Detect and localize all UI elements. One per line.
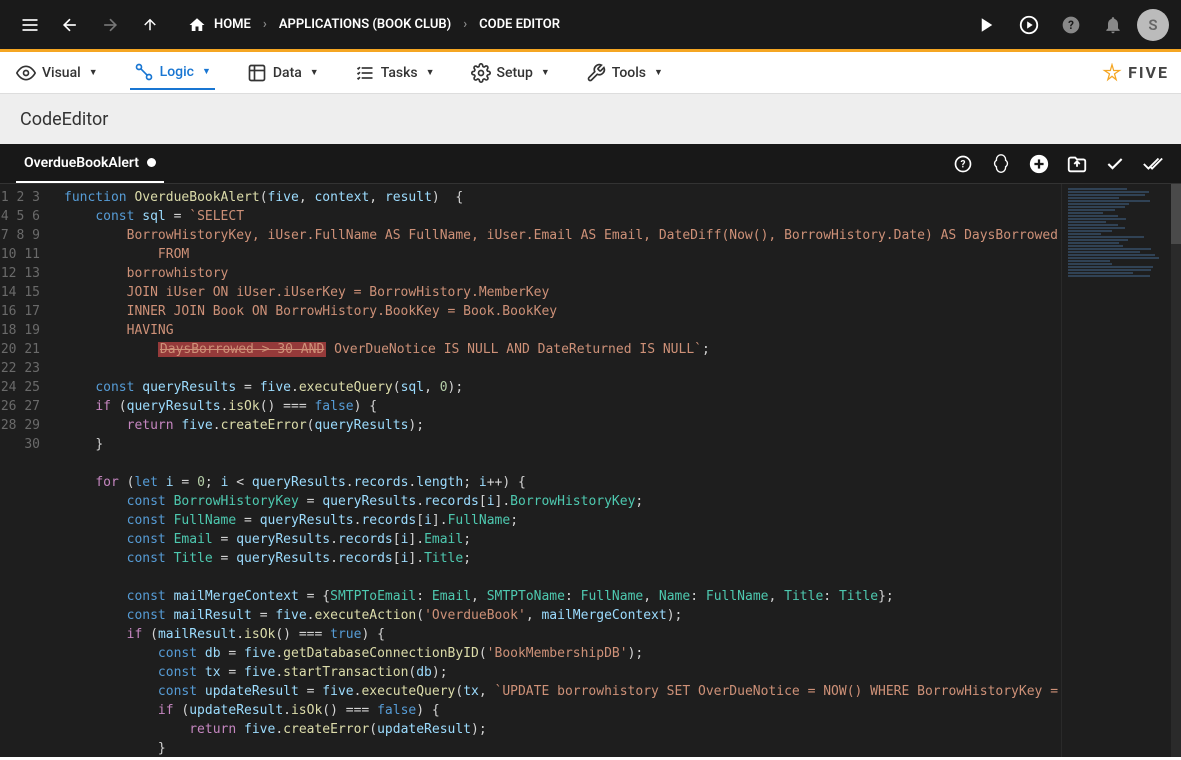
notifications-icon[interactable] — [1095, 7, 1131, 43]
menu-tools[interactable]: Tools▼ — [582, 57, 667, 89]
menu-icon[interactable] — [12, 7, 48, 43]
breadcrumb-apps[interactable]: APPLICATIONS (BOOK CLUB) — [271, 17, 459, 32]
ai-icon[interactable] — [989, 152, 1013, 176]
chevron-down-icon: ▼ — [654, 67, 663, 78]
menu-tasks[interactable]: Tasks▼ — [351, 57, 439, 89]
help-icon[interactable]: ? — [1053, 7, 1089, 43]
chevron-right-icon: › — [263, 17, 267, 32]
svg-text:?: ? — [1068, 18, 1074, 32]
breadcrumb-home[interactable]: HOME — [180, 16, 259, 34]
breadcrumb-editor[interactable]: CODE EDITOR — [471, 17, 568, 32]
breadcrumb-label: APPLICATIONS (BOOK CLUB) — [279, 17, 451, 32]
add-icon[interactable] — [1027, 152, 1051, 176]
menubar: Visual▼ Logic▼ Data▼ Tasks▼ Setup▼ Tools… — [0, 52, 1181, 94]
breadcrumb-label: HOME — [214, 17, 251, 32]
editor-tab[interactable]: OverdueBookAlert — [16, 144, 164, 183]
forward-icon[interactable] — [92, 7, 128, 43]
deploy-icon[interactable] — [1011, 7, 1047, 43]
minimap[interactable] — [1061, 184, 1181, 757]
avatar[interactable]: S — [1137, 9, 1169, 41]
breadcrumb-label: CODE EDITOR — [479, 17, 560, 32]
code-area[interactable]: function OverdueBookAlert(five, context,… — [54, 184, 1061, 757]
breadcrumb: HOME › APPLICATIONS (BOOK CLUB) › CODE E… — [180, 16, 568, 34]
up-icon[interactable] — [132, 7, 168, 43]
back-icon[interactable] — [52, 7, 88, 43]
logo: FIVE — [1102, 63, 1169, 83]
editor-help-icon[interactable]: ? — [951, 152, 975, 176]
scrollbar[interactable] — [1171, 184, 1181, 757]
menu-logic[interactable]: Logic▼ — [130, 56, 215, 90]
code-editor: OverdueBookAlert ? 1 2 3 4 5 6 7 8 9 10 … — [0, 144, 1181, 757]
chevron-down-icon: ▼ — [310, 67, 319, 78]
run-icon[interactable] — [969, 7, 1005, 43]
chevron-right-icon: › — [463, 17, 467, 32]
save-all-icon[interactable] — [1141, 152, 1165, 176]
chevron-down-icon: ▼ — [202, 66, 211, 77]
scrollbar-thumb[interactable] — [1171, 184, 1181, 244]
menu-setup[interactable]: Setup▼ — [467, 57, 554, 89]
modified-indicator-icon — [147, 158, 156, 167]
line-gutter: 1 2 3 4 5 6 7 8 9 10 11 12 13 14 15 16 1… — [0, 184, 54, 757]
open-icon[interactable] — [1065, 152, 1089, 176]
menu-visual[interactable]: Visual▼ — [12, 57, 102, 89]
chevron-down-icon: ▼ — [541, 67, 550, 78]
save-icon[interactable] — [1103, 152, 1127, 176]
page-title: CodeEditor — [0, 94, 1181, 144]
menu-data[interactable]: Data▼ — [243, 57, 323, 89]
svg-text:?: ? — [961, 159, 966, 170]
topbar: HOME › APPLICATIONS (BOOK CLUB) › CODE E… — [0, 0, 1181, 52]
chevron-down-icon: ▼ — [426, 67, 435, 78]
chevron-down-icon: ▼ — [89, 67, 98, 78]
